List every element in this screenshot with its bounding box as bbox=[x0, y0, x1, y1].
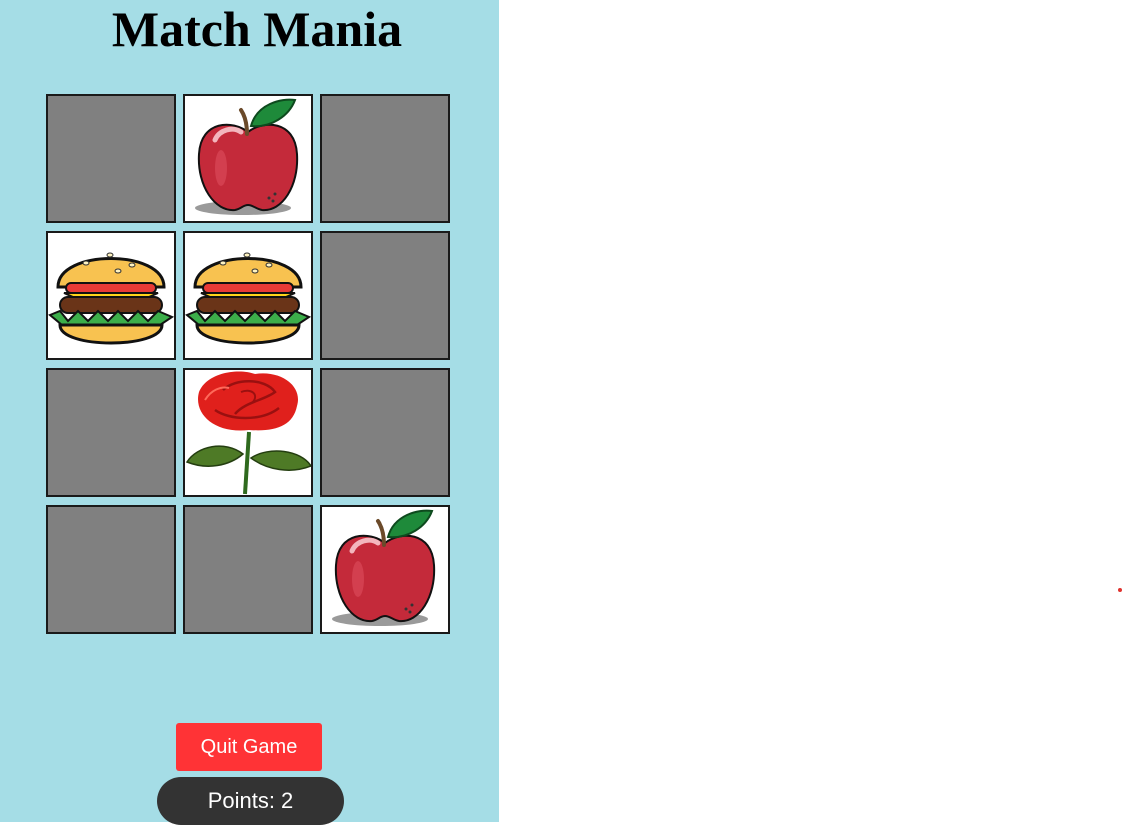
card-revealed[interactable] bbox=[46, 231, 176, 360]
burger-icon bbox=[48, 233, 174, 358]
red-dot bbox=[1118, 588, 1122, 592]
card-hidden[interactable] bbox=[46, 368, 176, 497]
card-grid bbox=[46, 94, 450, 634]
card-revealed[interactable] bbox=[320, 505, 450, 634]
burger-icon bbox=[185, 233, 311, 358]
card-hidden[interactable] bbox=[183, 505, 313, 634]
card-hidden[interactable] bbox=[320, 94, 450, 223]
game-title: Match Mania bbox=[111, 1, 403, 57]
rose-icon bbox=[185, 370, 311, 495]
quit-game-button[interactable]: Quit Game bbox=[176, 723, 322, 771]
card-revealed[interactable] bbox=[183, 231, 313, 360]
card-revealed[interactable] bbox=[183, 368, 313, 497]
game-panel: Match Mania Quit Game Points: 2 bbox=[0, 0, 499, 825]
card-hidden[interactable] bbox=[320, 231, 450, 360]
card-revealed[interactable] bbox=[183, 94, 313, 223]
apple-icon bbox=[322, 507, 448, 632]
card-hidden[interactable] bbox=[46, 505, 176, 634]
apple-icon bbox=[185, 96, 311, 221]
points-badge: Points: 2 bbox=[157, 777, 344, 825]
card-hidden[interactable] bbox=[46, 94, 176, 223]
card-hidden[interactable] bbox=[320, 368, 450, 497]
